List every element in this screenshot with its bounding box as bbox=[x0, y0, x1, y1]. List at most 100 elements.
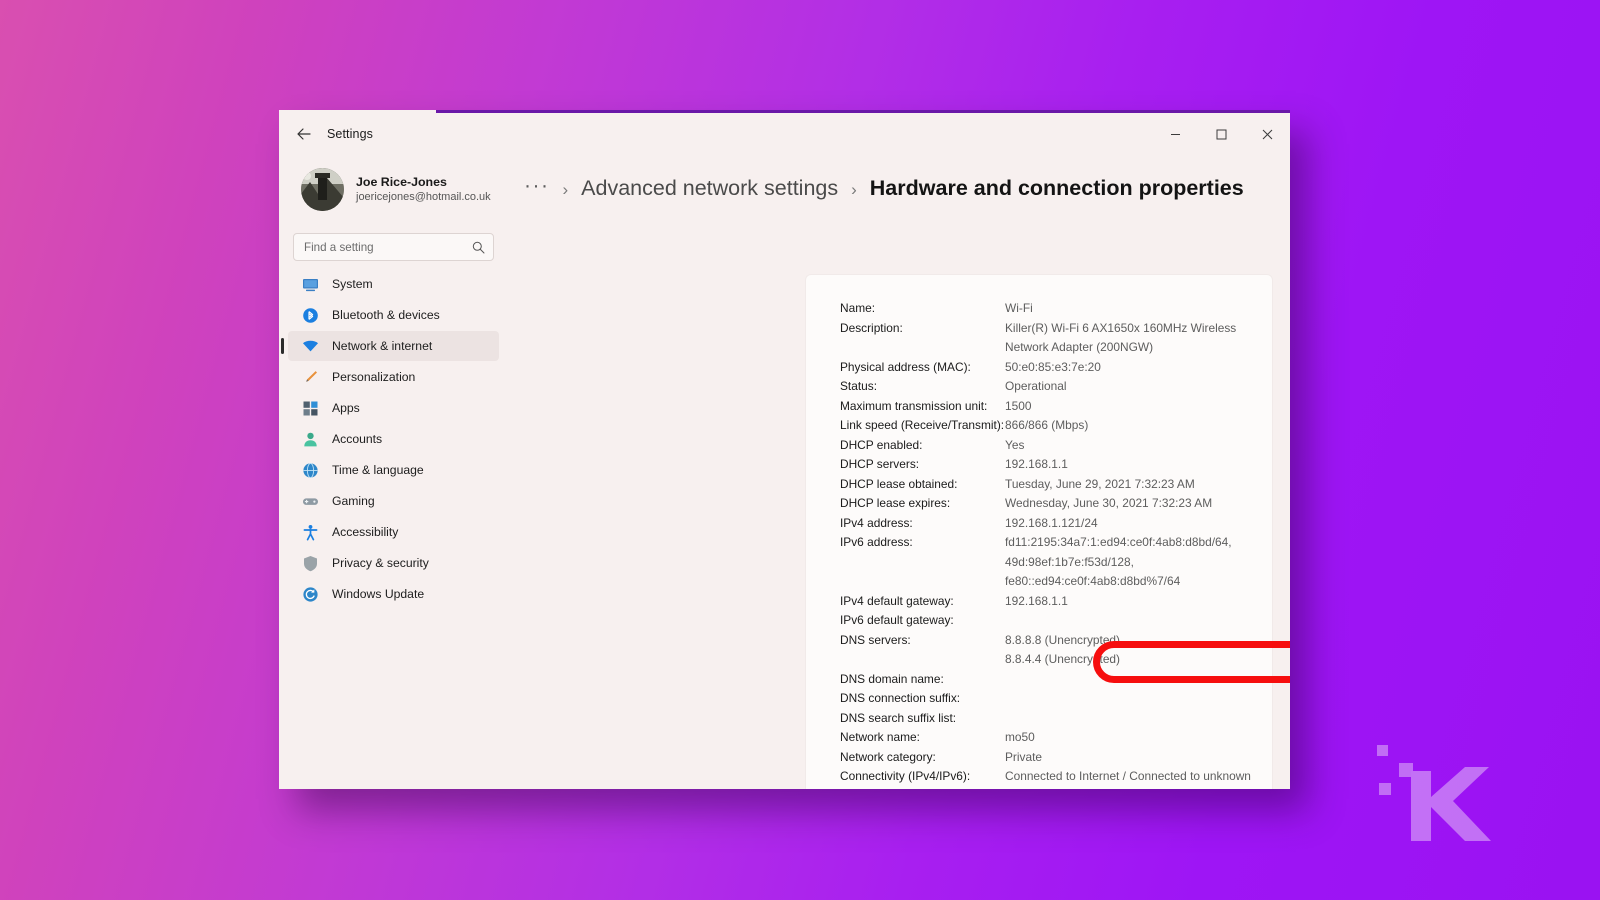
account-card[interactable]: Joe Rice-Jones joericejones@hotmail.co.u… bbox=[287, 160, 500, 219]
search-input[interactable] bbox=[304, 241, 472, 254]
property-row: Description:Killer(R) Wi-Fi 6 AX1650x 16… bbox=[840, 319, 1272, 358]
paintbrush-icon bbox=[302, 369, 319, 386]
minimize-icon bbox=[1170, 129, 1181, 140]
page-title: Hardware and connection properties bbox=[870, 176, 1244, 201]
property-label: DNS connection suffix: bbox=[840, 689, 1005, 709]
property-row: Maximum transmission unit:1500 bbox=[840, 397, 1272, 417]
breadcrumb-parent-link[interactable]: Advanced network settings bbox=[581, 176, 838, 201]
property-row: DNS connection suffix: bbox=[840, 689, 1272, 709]
sidebar-item-privacy-security[interactable]: Privacy & security bbox=[288, 548, 499, 578]
sidebar-item-time-language[interactable]: Time & language bbox=[288, 455, 499, 485]
monitor-icon bbox=[302, 276, 319, 293]
settings-window: Settings bbox=[279, 110, 1290, 789]
apps-grid-icon bbox=[302, 400, 319, 417]
sidebar-item-windows-update[interactable]: Windows Update bbox=[288, 579, 499, 609]
sidebar-item-apps[interactable]: Apps bbox=[288, 393, 499, 423]
sidebar-item-accessibility[interactable]: Accessibility bbox=[288, 517, 499, 547]
sidebar-item-label: Gaming bbox=[332, 494, 375, 508]
back-button[interactable] bbox=[287, 119, 321, 149]
property-value: 866/866 (Mbps) bbox=[1005, 416, 1088, 436]
sidebar-item-label: Apps bbox=[332, 401, 360, 415]
property-value: Killer(R) Wi-Fi 6 AX1650x 160MHz Wireles… bbox=[1005, 319, 1272, 358]
avatar-photo bbox=[301, 168, 344, 211]
shield-icon bbox=[302, 555, 319, 572]
property-value: Operational bbox=[1005, 377, 1066, 397]
bluetooth-icon bbox=[302, 307, 319, 324]
clock-globe-icon bbox=[302, 462, 319, 479]
avatar bbox=[301, 168, 344, 211]
sidebar-item-label: System bbox=[332, 277, 373, 291]
sidebar-item-label: Privacy & security bbox=[332, 556, 429, 570]
search-box[interactable] bbox=[293, 233, 494, 261]
property-row: Network name:mo50 bbox=[840, 728, 1272, 748]
window-title: Settings bbox=[327, 127, 373, 141]
property-value: 8.8.8.8 (Unencrypted) 8.8.4.4 (Unencrypt… bbox=[1005, 631, 1120, 670]
property-label: DNS servers: bbox=[840, 631, 1005, 651]
accessibility-icon bbox=[302, 524, 319, 541]
property-label: IPv6 address: bbox=[840, 533, 1005, 553]
window-titlebar[interactable]: Settings bbox=[279, 113, 1290, 155]
account-name: Joe Rice-Jones bbox=[356, 175, 490, 190]
property-row: DHCP servers:192.168.1.1 bbox=[840, 455, 1272, 475]
close-button[interactable] bbox=[1244, 113, 1290, 155]
property-row: DHCP enabled:Yes bbox=[840, 436, 1272, 456]
property-value: Private bbox=[1005, 748, 1042, 768]
property-value: 50:e0:85:e3:7e:20 bbox=[1005, 358, 1101, 378]
property-row: Name:Wi-Fi bbox=[840, 299, 1272, 319]
window-controls bbox=[1152, 113, 1290, 155]
sidebar-item-label: Network & internet bbox=[332, 339, 432, 353]
paintbrush-icon bbox=[302, 369, 319, 386]
property-label: Link speed (Receive/Transmit): bbox=[840, 416, 1005, 436]
gamepad-icon bbox=[302, 493, 319, 510]
property-row: IPv4 address:192.168.1.121/24 bbox=[840, 514, 1272, 534]
sidebar-item-bluetooth-devices[interactable]: Bluetooth & devices bbox=[288, 300, 499, 330]
sidebar-item-system[interactable]: System bbox=[288, 269, 499, 299]
sidebar-item-personalization[interactable]: Personalization bbox=[288, 362, 499, 392]
close-icon bbox=[1262, 129, 1273, 140]
breadcrumb-separator-2: › bbox=[851, 180, 857, 200]
property-label: DNS search suffix list: bbox=[840, 709, 1005, 729]
sidebar-item-gaming[interactable]: Gaming bbox=[288, 486, 499, 516]
property-row: Network category:Private bbox=[840, 748, 1272, 768]
property-label: DNS domain name: bbox=[840, 670, 1005, 690]
property-row: Connectivity (IPv4/IPv6):Connected to In… bbox=[840, 767, 1272, 789]
sidebar-item-accounts[interactable]: Accounts bbox=[288, 424, 499, 454]
property-value: Connected to Internet / Connected to unk… bbox=[1005, 767, 1272, 789]
breadcrumb: ··· › Advanced network settings › Hardwa… bbox=[508, 155, 1290, 201]
property-row: IPv6 default gateway: bbox=[840, 611, 1272, 631]
property-label: Network category: bbox=[840, 748, 1005, 768]
property-label: IPv4 default gateway: bbox=[840, 592, 1005, 612]
window-body: Joe Rice-Jones joericejones@hotmail.co.u… bbox=[279, 155, 1290, 789]
property-label: DHCP lease obtained: bbox=[840, 475, 1005, 495]
property-value: 192.168.1.121/24 bbox=[1005, 514, 1098, 534]
property-row: DHCP lease obtained:Tuesday, June 29, 20… bbox=[840, 475, 1272, 495]
apps-grid-icon bbox=[302, 400, 319, 417]
property-row: Link speed (Receive/Transmit):866/866 (M… bbox=[840, 416, 1272, 436]
bluetooth-icon bbox=[302, 307, 319, 324]
maximize-button[interactable] bbox=[1198, 113, 1244, 155]
property-label: Description: bbox=[840, 319, 1005, 339]
breadcrumb-separator-1: › bbox=[562, 180, 568, 200]
property-value: Wednesday, June 30, 2021 7:32:23 AM bbox=[1005, 494, 1212, 514]
sidebar-item-network-internet[interactable]: Network & internet bbox=[288, 331, 499, 361]
person-icon bbox=[302, 431, 319, 448]
properties-card: Name:Wi-FiDescription:Killer(R) Wi-Fi 6 … bbox=[806, 275, 1272, 789]
property-value: Tuesday, June 29, 2021 7:32:23 AM bbox=[1005, 475, 1195, 495]
minimize-button[interactable] bbox=[1152, 113, 1198, 155]
property-row: IPv4 default gateway:192.168.1.1 bbox=[840, 592, 1272, 612]
property-label: DHCP lease expires: bbox=[840, 494, 1005, 514]
property-value: mo50 bbox=[1005, 728, 1035, 748]
property-row: Status:Operational bbox=[840, 377, 1272, 397]
breadcrumb-overflow-button[interactable]: ··· bbox=[524, 180, 549, 192]
property-label: Maximum transmission unit: bbox=[840, 397, 1005, 417]
property-row: DNS servers:8.8.8.8 (Unencrypted) 8.8.4.… bbox=[840, 631, 1272, 670]
wifi-icon bbox=[302, 338, 319, 355]
sidebar-item-label: Accessibility bbox=[332, 525, 398, 539]
sidebar-item-label: Time & language bbox=[332, 463, 424, 477]
clock-globe-icon bbox=[302, 462, 319, 479]
accessibility-icon bbox=[302, 524, 319, 541]
gamepad-icon bbox=[302, 493, 319, 510]
update-icon bbox=[302, 586, 319, 603]
property-row: DHCP lease expires:Wednesday, June 30, 2… bbox=[840, 494, 1272, 514]
property-row: IPv6 address:fd11:2195:34a7:1:ed94:ce0f:… bbox=[840, 533, 1272, 592]
